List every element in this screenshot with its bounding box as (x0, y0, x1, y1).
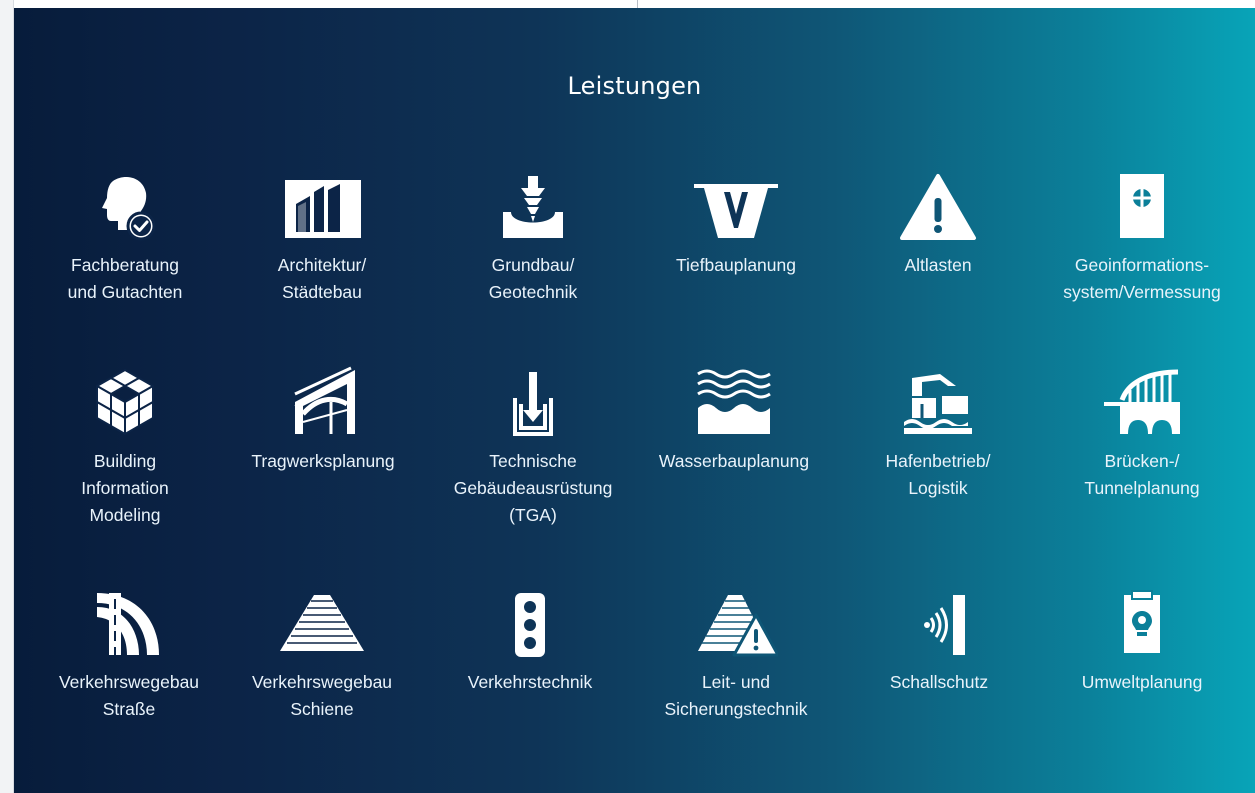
service-label: Altlasten (904, 255, 972, 275)
service-tile-bim[interactable]: Building Information Modeling (25, 364, 225, 529)
structural-frame-icon (294, 366, 355, 434)
building-services-icon (513, 372, 553, 436)
road-curve-icon (97, 593, 159, 655)
service-label: Geoinformations- system/Vermessung (1063, 255, 1221, 302)
bridge-arch-icon (1104, 369, 1180, 434)
service-tile-verkehrstechnik[interactable]: Verkehrstechnik (430, 585, 630, 696)
service-tile-umwelt[interactable]: Umweltplanung (1042, 585, 1242, 696)
services-panel: Leistungen Fachberatung und Gutachten Ar… (14, 8, 1255, 793)
service-label: Wasserbauplanung (658, 451, 810, 471)
traffic-light-icon (515, 593, 545, 657)
foundation-drill-icon (503, 176, 563, 238)
service-label: Hafenbetrieb/ Logistik (885, 451, 991, 498)
rail-warning-icon (698, 595, 778, 657)
survey-marker-icon (1120, 174, 1164, 238)
left-gutter (0, 0, 14, 793)
service-tile-tga[interactable]: Technische Gebäudeausrüstung (TGA) (433, 364, 633, 529)
service-tile-schiene[interactable]: Verkehrswegebau Schiene (222, 585, 422, 723)
bim-cubes-icon (96, 369, 154, 435)
service-label: Verkehrstechnik (467, 672, 593, 692)
service-label: Verkehrswegebau Straße (58, 672, 200, 719)
service-label: Grundbau/ Geotechnik (488, 255, 578, 302)
service-label: Umweltplanung (1081, 672, 1203, 692)
service-label: Schallschutz (889, 672, 989, 692)
service-label: Tragwerksplanung (251, 451, 395, 471)
warning-triangle-icon (900, 174, 976, 240)
environmental-clipboard-icon (1124, 590, 1160, 653)
top-strip (14, 0, 1255, 8)
service-tile-leittechnik[interactable]: Leit- und Sicherungstechnik (636, 585, 836, 723)
service-tile-bruecken[interactable]: Brücken-/ Tunnelplanung (1042, 364, 1242, 502)
service-tile-altlasten[interactable]: Altlasten (838, 168, 1038, 279)
consulting-head-check-icon (102, 177, 156, 241)
rail-track-icon (280, 595, 364, 651)
service-label: Building Information Modeling (81, 451, 169, 525)
service-tile-architektur[interactable]: Architektur/ Städtebau (222, 168, 422, 306)
service-label: Leit- und Sicherungstechnik (664, 672, 808, 719)
service-tile-tiefbau[interactable]: Tiefbauplanung (636, 168, 836, 279)
service-label: Fachberatung und Gutachten (67, 255, 183, 302)
service-tile-fachberatung[interactable]: Fachberatung und Gutachten (25, 168, 225, 306)
service-label: Technische Gebäudeausrüstung (TGA) (453, 451, 613, 525)
architecture-buildings-icon (285, 180, 361, 238)
section-title: Leistungen (567, 72, 702, 100)
water-waves-icon (697, 369, 771, 434)
service-tile-strasse[interactable]: Verkehrswegebau Straße (29, 585, 229, 723)
service-label: Architektur/ Städtebau (277, 255, 367, 302)
sound-barrier-icon (924, 595, 965, 655)
service-label: Tiefbauplanung (675, 255, 796, 275)
civil-engineering-trench-icon (694, 184, 778, 238)
service-tile-geoinformation[interactable]: Geoinformations- system/Vermessung (1042, 168, 1242, 306)
service-tile-tragwerk[interactable]: Tragwerksplanung (223, 364, 423, 475)
harbor-crane-icon (904, 374, 972, 434)
service-tile-schallschutz[interactable]: Schallschutz (839, 585, 1039, 696)
top-divider (637, 0, 638, 8)
service-label: Brücken-/ Tunnelplanung (1084, 451, 1200, 498)
service-tile-hafen[interactable]: Hafenbetrieb/ Logistik (838, 364, 1038, 502)
service-label: Verkehrswegebau Schiene (251, 672, 393, 719)
service-tile-grundbau[interactable]: Grundbau/ Geotechnik (433, 168, 633, 306)
service-tile-wasserbau[interactable]: Wasserbauplanung (634, 364, 834, 475)
